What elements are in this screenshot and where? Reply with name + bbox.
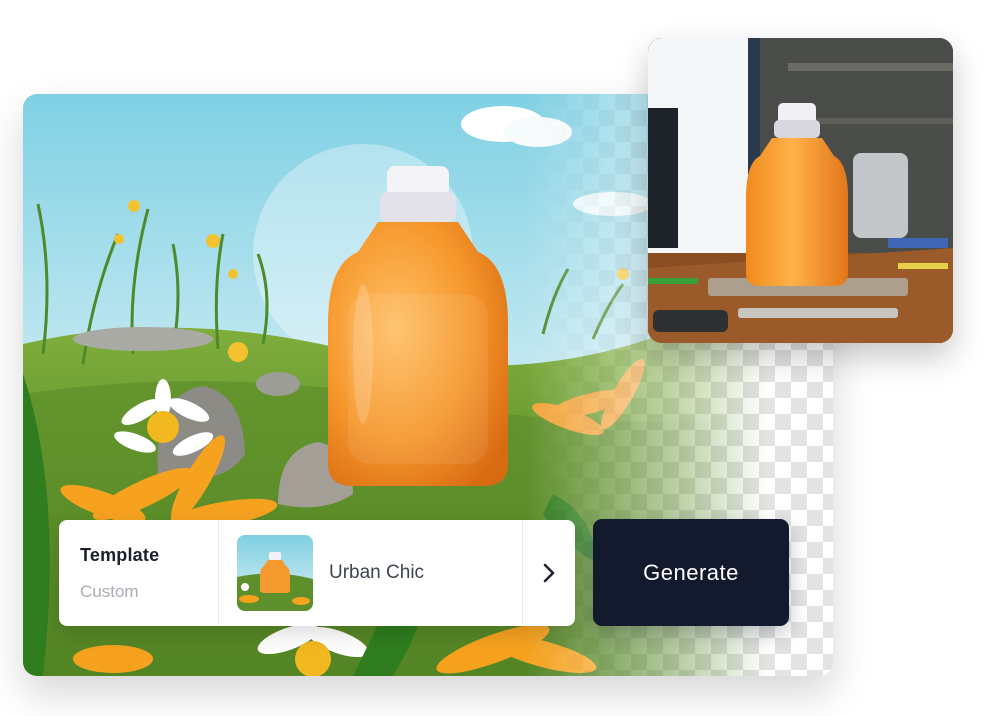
template-name: Urban Chic [329, 562, 425, 583]
template-label: Template [80, 544, 160, 565]
selected-template[interactable]: Urban Chic [219, 520, 523, 626]
chevron-right-icon [543, 563, 555, 583]
template-picker: Template Custom Urban Chic [59, 520, 575, 626]
generate-button[interactable]: Generate [593, 519, 789, 626]
next-template-button[interactable] [523, 520, 575, 626]
template-thumbnail [237, 535, 313, 611]
template-mode[interactable]: Custom [80, 582, 218, 602]
original-photo-preview [648, 38, 953, 343]
template-label-block: Template Custom [59, 520, 219, 626]
